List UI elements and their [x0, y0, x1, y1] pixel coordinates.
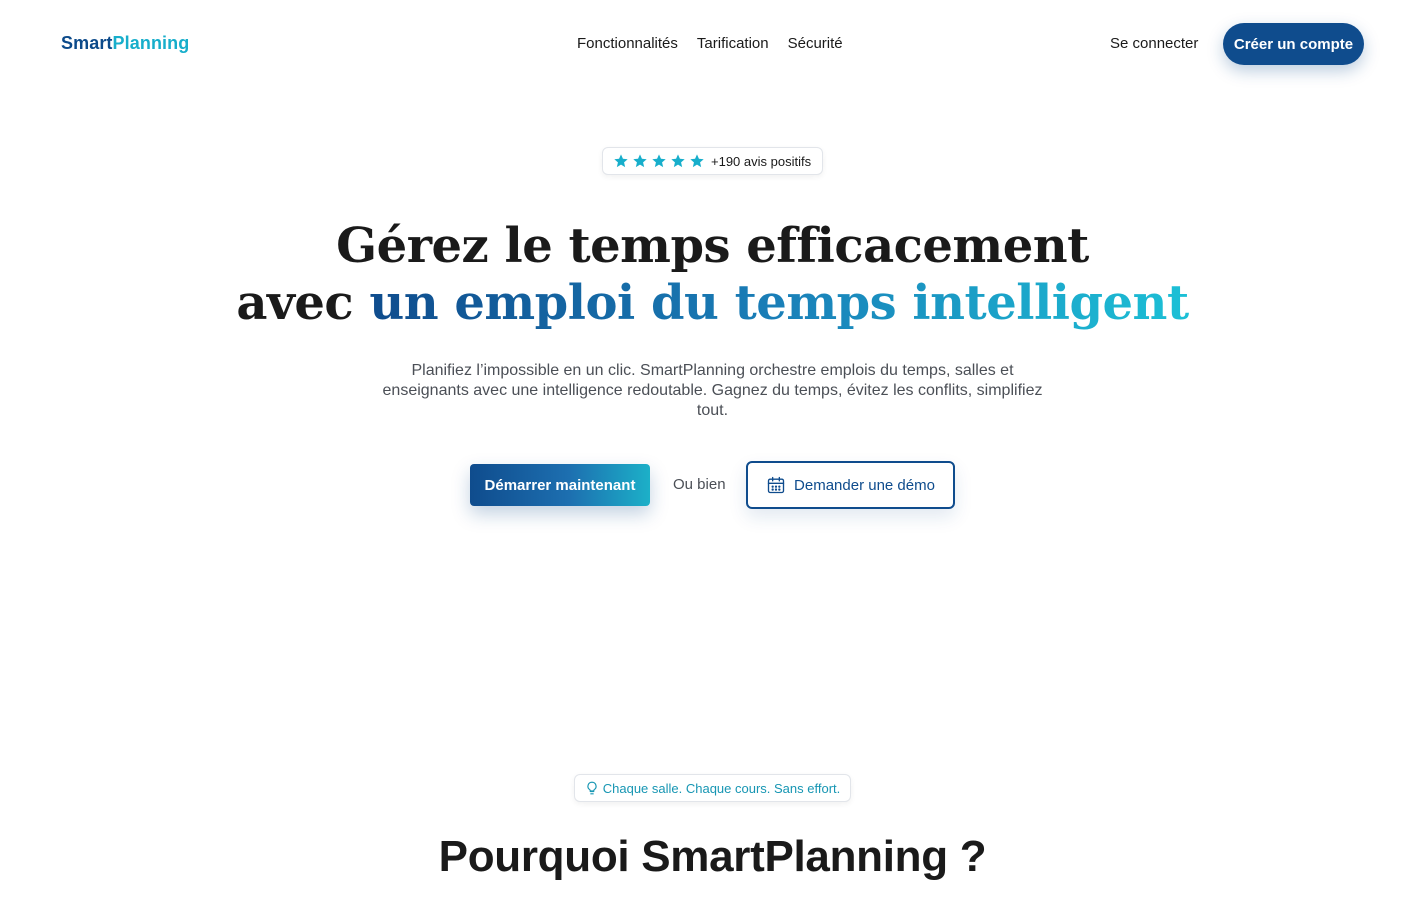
nav-item-fonctionnalites[interactable]: Fonctionnalités [577, 35, 678, 52]
rating-badge: +190 avis positifs [602, 147, 823, 175]
logo-text-planning: Planning [112, 33, 190, 53]
hero-title-highlight: un emploi du temps intelligent [369, 275, 1189, 331]
star-icon [652, 154, 666, 168]
section-title: Pourquoi SmartPlanning ? [438, 832, 987, 881]
or-text: Ou bien [673, 476, 726, 493]
hero-title: Gérez le temps efficacement avec un empl… [0, 218, 1425, 332]
star-icon [671, 154, 685, 168]
start-now-button[interactable]: Démarrer maintenant [470, 464, 650, 506]
hero-title-prefix: avec [236, 275, 370, 331]
lightbulb-icon [587, 781, 597, 795]
main-nav: Fonctionnalités Tarification Sécurité [577, 35, 843, 52]
calendar-icon [767, 476, 785, 494]
hero-subtitle: Planifiez l’impossible en un clic. Smart… [382, 362, 1043, 419]
logo[interactable]: SmartPlanning [61, 33, 189, 54]
request-demo-label: Demander une démo [794, 476, 935, 494]
login-link[interactable]: Se connecter [1110, 35, 1198, 52]
rating-stars [613, 153, 705, 169]
star-icon [633, 154, 647, 168]
signup-button[interactable]: Créer un compte [1223, 23, 1364, 65]
nav-item-tarification[interactable]: Tarification [697, 35, 769, 52]
request-demo-button[interactable]: Demander une démo [746, 461, 955, 509]
rating-text: +190 avis positifs [711, 153, 812, 169]
star-icon [690, 154, 704, 168]
site-header: SmartPlanning Fonctionnalités Tarificati… [0, 0, 1425, 88]
section-tag: Chaque salle. Chaque cours. Sans effort. [574, 774, 851, 802]
nav-item-securite[interactable]: Sécurité [788, 35, 843, 52]
logo-text-smart: Smart [61, 33, 113, 53]
section-tag-text: Chaque salle. Chaque cours. Sans effort. [602, 780, 841, 796]
star-icon [614, 154, 628, 168]
hero-title-line1: Gérez le temps efficacement [336, 218, 1089, 274]
